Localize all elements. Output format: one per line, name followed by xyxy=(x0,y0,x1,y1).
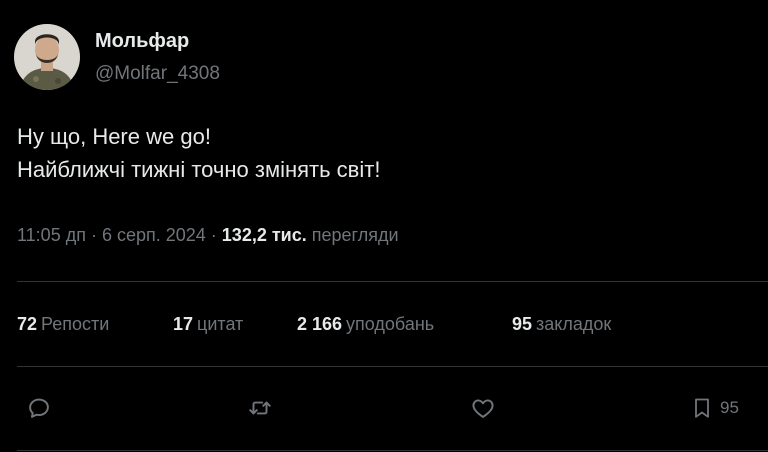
stat-quotes[interactable]: 17 цитат xyxy=(173,314,243,335)
user-handle[interactable]: @Molfar_4308 xyxy=(95,63,220,85)
views-count[interactable]: 132,2 тис. xyxy=(222,225,307,245)
bookmark-button[interactable]: 95 xyxy=(690,385,739,431)
meta-separator: · xyxy=(210,225,217,245)
display-name[interactable]: Мольфар xyxy=(95,30,189,53)
tweet-meta: 11:05 дп · 6 серп. 2024 · 132,2 тис. перегля… xyxy=(17,225,399,246)
tweet-date[interactable]: 6 серп. 2024 xyxy=(102,225,206,245)
stat-bookmarks[interactable]: 95 закладок xyxy=(512,314,611,335)
bookmark-icon xyxy=(695,398,709,418)
avatar-photo-icon xyxy=(14,24,80,90)
heart-icon xyxy=(472,399,494,418)
tweet-text: Ну що, Here we go! Найближчі тижні точно… xyxy=(17,120,380,186)
reposts-count: 72 xyxy=(17,314,38,334)
quotes-label: цитат xyxy=(197,314,244,334)
divider xyxy=(17,450,768,451)
stat-likes[interactable]: 2 166 уподобань xyxy=(297,314,434,335)
divider xyxy=(17,366,768,367)
action-bar: 95 xyxy=(0,385,768,431)
repost-button[interactable] xyxy=(246,385,274,431)
bookmarks-label: закладок xyxy=(536,314,612,334)
likes-label: уподобань xyxy=(346,314,435,334)
likes-count: 2 166 xyxy=(297,314,343,334)
reply-icon xyxy=(29,398,49,418)
tweet: Мольфар @Molfar_4308 Ну що, Here we go! … xyxy=(0,0,768,452)
like-button[interactable] xyxy=(469,385,497,431)
bookmarks-count: 95 xyxy=(512,314,533,334)
divider xyxy=(17,281,768,282)
views-label: перегляди xyxy=(311,225,399,245)
avatar[interactable] xyxy=(14,24,80,90)
bookmark-action-count: 95 xyxy=(720,398,739,417)
tweet-time[interactable]: 11:05 дп xyxy=(17,225,86,245)
repost-icon xyxy=(249,401,271,415)
tweet-text-line: Ну що, Here we go! xyxy=(17,124,211,149)
reposts-label: Репости xyxy=(41,314,110,334)
stat-reposts[interactable]: 72 Репости xyxy=(17,314,109,335)
quotes-count: 17 xyxy=(173,314,194,334)
reply-button[interactable] xyxy=(26,385,52,431)
meta-separator: · xyxy=(90,225,97,245)
tweet-text-line: Найближчі тижні точно змінять світ! xyxy=(17,157,381,182)
